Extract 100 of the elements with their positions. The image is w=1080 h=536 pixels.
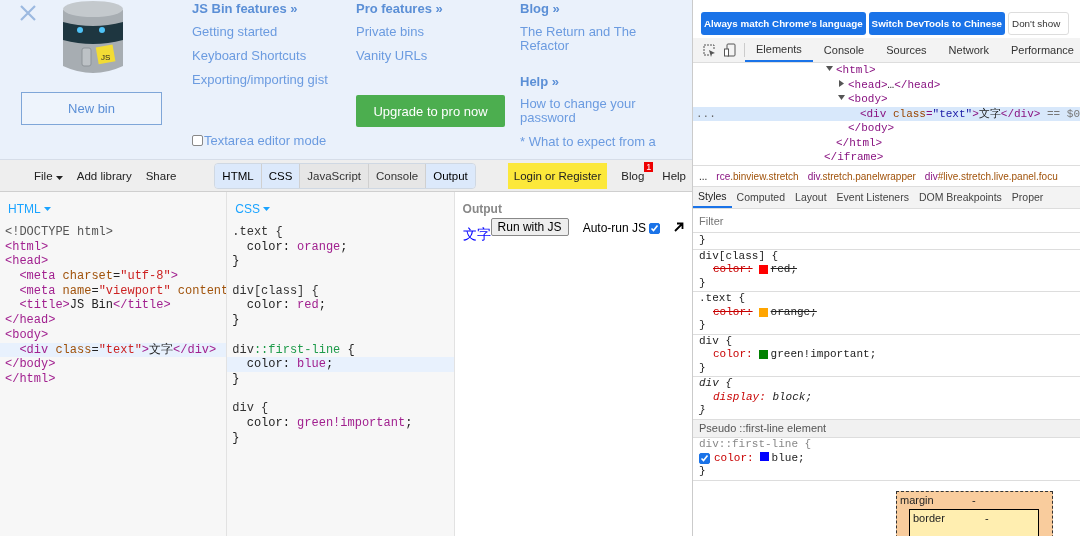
dom-node[interactable]: <head>…</head> (848, 77, 941, 92)
panel-tab[interactable]: CSS (261, 163, 301, 188)
caret-icon (43, 207, 51, 211)
closing-brace: } (699, 361, 707, 375)
closing-brace: } (699, 465, 707, 479)
box-model-value: - (972, 493, 976, 506)
menu-item[interactable]: File (28, 169, 69, 182)
color-swatch[interactable] (758, 307, 768, 317)
css-selector: div { (699, 334, 733, 348)
dom-node[interactable]: <html> (836, 63, 876, 78)
code-line: } (231, 371, 241, 387)
code-line: color: green!important; (245, 415, 414, 431)
output-text: 文字 (462, 226, 491, 244)
code-line: <html> (4, 239, 50, 255)
styles-tab[interactable]: Event Listeners (831, 187, 914, 208)
code-line: } (231, 430, 241, 446)
closing-brace: } (699, 276, 707, 290)
code-line: color: orange; (245, 239, 349, 255)
breadcrumb-more[interactable]: ... (699, 170, 708, 182)
notification-badge: 1 (644, 161, 654, 172)
run-button[interactable]: Run with JS (490, 218, 569, 236)
panel-tab[interactable]: Console (369, 163, 427, 188)
dom-closing-tag: </html> (693, 135, 1080, 150)
dom-closing-tag: </iframe> (693, 150, 1080, 165)
checkbox[interactable] (699, 452, 710, 464)
code-line: } (231, 254, 241, 270)
box-model-value: - (985, 511, 989, 524)
logo-label: JS (101, 53, 111, 62)
styles-tab[interactable]: Computed (731, 187, 791, 208)
menu-item[interactable]: Help (656, 169, 692, 182)
closing-brace: } (699, 319, 707, 333)
code-line: <head> (4, 254, 50, 270)
code-line: <title>JS Bin</title> (18, 298, 172, 314)
color-swatch[interactable] (759, 451, 769, 461)
css-selector: .text { (699, 292, 747, 306)
css-declaration: color: blue; (714, 451, 805, 465)
code-line: <body> (4, 327, 50, 343)
checkbox-label: Auto-run JS (582, 221, 646, 235)
checkbox-label: Textarea editor mode (204, 133, 327, 148)
code-line: <!DOCTYPE html> (4, 225, 115, 240)
banner-button[interactable]: Always match Chrome's language (701, 12, 866, 35)
inspect-icon[interactable] (703, 43, 716, 57)
collapse-arrow-icon[interactable] (826, 65, 833, 72)
closing-brace: } (699, 234, 707, 248)
breadcrumb[interactable]: div.stretch.panelwrapper (807, 170, 916, 182)
checkbox[interactable] (649, 222, 660, 234)
css-declaration: color: red; (712, 263, 798, 277)
code-line: </html> (4, 371, 57, 387)
css-declaration: color: orange; (712, 305, 818, 319)
css-selector: div::first-line { (699, 438, 813, 452)
code-line: </head> (4, 313, 57, 328)
styles-tab[interactable]: Proper (1006, 187, 1049, 208)
dom-node[interactable]: <body> (848, 92, 888, 107)
code-line: div { (231, 401, 270, 416)
code-line: <meta name="viewport" content (18, 283, 227, 299)
expand-arrow-icon[interactable] (838, 79, 845, 87)
code-line: div[class] { (231, 283, 320, 299)
caret-icon (263, 207, 270, 211)
css-selector: div { (699, 377, 733, 391)
panel-tab[interactable]: HTML (215, 163, 262, 188)
panel-title: Output (462, 202, 503, 216)
css-declaration: color: green!important; (712, 348, 878, 362)
box-model-label: border (913, 511, 945, 524)
menu-item[interactable]: Blog (615, 169, 645, 182)
checkbox[interactable] (192, 135, 203, 146)
devtools-tab[interactable]: Network (937, 38, 1000, 62)
breadcrumb[interactable]: div#live.stretch.live.panel.focu (924, 170, 1058, 182)
code-line: .text { (231, 225, 284, 240)
code-line: <meta charset="utf-8"> (18, 269, 179, 284)
styles-tab[interactable]: Styles (693, 187, 732, 208)
devtools-tab[interactable]: Performance (999, 38, 1080, 62)
css-declaration: display: block; (712, 390, 814, 404)
color-swatch[interactable] (758, 265, 768, 275)
breadcrumb[interactable]: rce.binview.stretch (716, 170, 799, 182)
code-line: </body> (4, 357, 57, 372)
banner-button[interactable]: Don't show (1008, 12, 1070, 35)
menu-item[interactable]: Share (139, 169, 183, 182)
dom-node[interactable]: <div class="text">文字</div> == $0 (859, 106, 1080, 121)
open-external-icon[interactable] (674, 222, 684, 232)
device-toolbar-icon[interactable] (724, 43, 736, 57)
panel-tab[interactable]: Output (426, 163, 475, 188)
devtools-tab[interactable]: Console (812, 38, 876, 62)
closing-brace: } (699, 404, 707, 418)
box-model-label: margin (900, 493, 934, 506)
banner-button[interactable]: Switch DevTools to Chinese (868, 12, 1006, 35)
css-selector: div[class] { (699, 249, 780, 263)
menu-item[interactable]: Add library (70, 169, 138, 182)
code-line: color: red; (245, 298, 327, 314)
color-swatch[interactable] (758, 350, 768, 360)
devtools-tab[interactable]: Elements (745, 38, 813, 62)
code-line: } (231, 313, 241, 328)
code-line: div::first-line { (231, 342, 356, 358)
dom-closing-tag: </body> (693, 121, 1080, 136)
devtools-tab[interactable]: Sources (875, 38, 938, 62)
login-button[interactable]: Login or Register (507, 162, 608, 189)
styles-tab[interactable]: Layout (790, 187, 832, 208)
more-icon[interactable]: ... (696, 106, 716, 121)
styles-tab[interactable]: DOM Breakpoints (913, 187, 1007, 208)
collapse-arrow-icon[interactable] (838, 94, 845, 101)
panel-tab[interactable]: JavaScript (300, 163, 369, 188)
